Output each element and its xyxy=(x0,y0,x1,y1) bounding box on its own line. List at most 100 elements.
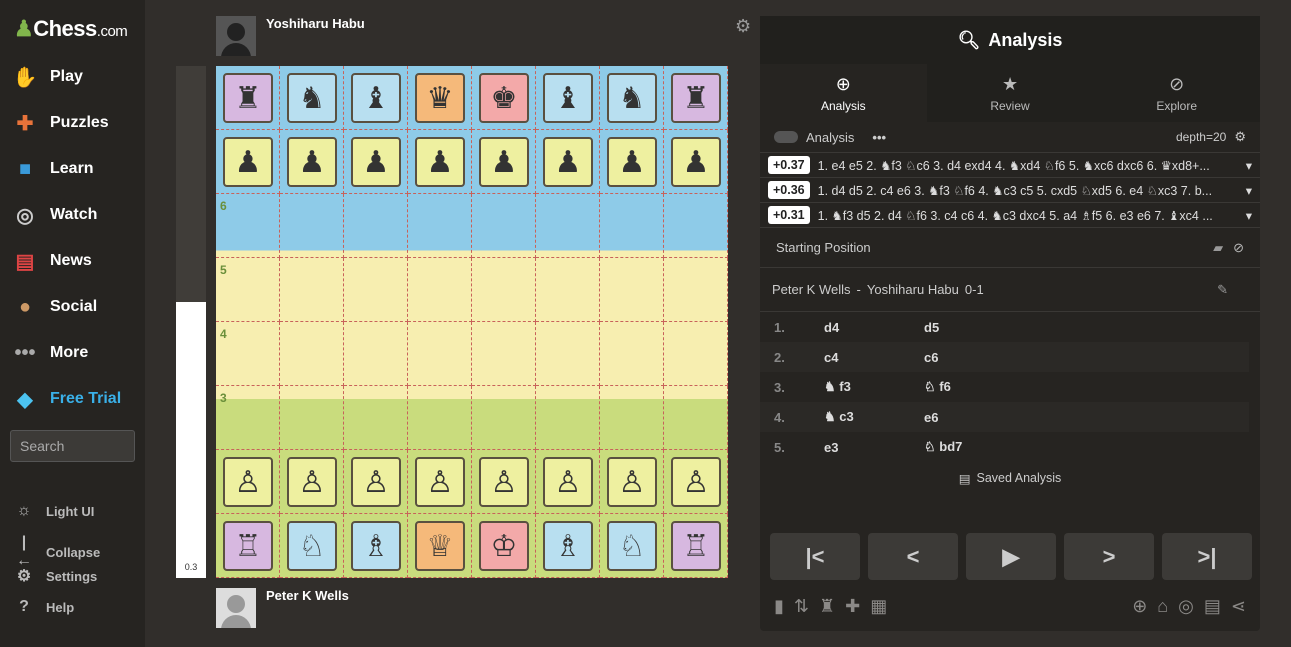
move[interactable]: ♘ bd7 xyxy=(924,439,962,455)
add-icon[interactable]: ✚ xyxy=(845,596,860,617)
black-chick-piece[interactable]: ♟ xyxy=(607,137,657,187)
board-square[interactable] xyxy=(600,386,664,450)
move[interactable]: d5 xyxy=(924,320,939,335)
board-square[interactable] xyxy=(280,386,344,450)
black-chick-piece[interactable]: ♟ xyxy=(351,137,401,187)
move[interactable]: c4 xyxy=(824,350,924,365)
bar-chart-icon[interactable]: ▮ xyxy=(774,596,784,617)
white-chick-piece[interactable]: ♙ xyxy=(479,457,529,507)
move[interactable]: ♞ c3 xyxy=(824,409,924,425)
board-square[interactable] xyxy=(536,258,600,322)
white-lion-piece[interactable]: ♔ xyxy=(479,521,529,571)
white-rabbit-piece[interactable]: ♘ xyxy=(607,521,657,571)
flip-board-icon[interactable]: ⇅ xyxy=(794,596,809,617)
black-giraffe-piece[interactable]: ♜ xyxy=(671,73,721,123)
engine-line[interactable]: +0.31 1. ♞f3 d5 2. d4 ♘f6 3. c4 c6 4. ♞c3… xyxy=(760,203,1260,228)
chess-logo[interactable]: ♟Chess.com xyxy=(14,16,128,42)
avatar[interactable] xyxy=(216,588,256,628)
board-square[interactable] xyxy=(536,322,600,386)
white-chick-piece[interactable]: ♙ xyxy=(223,457,273,507)
edit-icon[interactable]: ✎ xyxy=(1217,282,1228,298)
share-icon[interactable]: ⋖ xyxy=(1231,596,1246,617)
tab-review[interactable]: ★ Review xyxy=(926,64,1094,122)
board-square[interactable] xyxy=(664,258,728,322)
engine-line[interactable]: +0.36 1. d4 d5 2. c4 e6 3. ♞f3 ♘f6 4. ♞c3… xyxy=(760,178,1260,203)
white-giraffe-piece[interactable]: ♖ xyxy=(671,521,721,571)
board-square[interactable] xyxy=(408,258,472,322)
board-square[interactable] xyxy=(408,194,472,258)
black-chick-piece[interactable]: ♟ xyxy=(223,137,273,187)
tab-analysis[interactable]: ⊕ Analysis xyxy=(760,64,927,122)
move[interactable]: d4 xyxy=(824,320,924,335)
folder-icon[interactable]: ▤ xyxy=(1204,596,1221,617)
move[interactable]: e6 xyxy=(924,410,938,425)
white-rabbit-piece[interactable]: ♘ xyxy=(287,521,337,571)
black-chick-piece[interactable]: ♟ xyxy=(287,137,337,187)
chevron-down-icon[interactable]: ▾ xyxy=(1246,183,1252,198)
board-square[interactable] xyxy=(472,194,536,258)
black-chick-piece[interactable]: ♟ xyxy=(543,137,593,187)
board-square[interactable] xyxy=(472,258,536,322)
nav-watch[interactable]: ◎ Watch xyxy=(10,200,97,230)
board-square[interactable] xyxy=(664,322,728,386)
last-move-button[interactable]: >| xyxy=(1162,533,1252,580)
engine-settings-gear-icon[interactable]: ⚙ xyxy=(1234,129,1246,145)
white-chick-piece[interactable]: ♙ xyxy=(287,457,337,507)
book-icon[interactable]: ▰ xyxy=(1213,240,1223,256)
white-chick-piece[interactable]: ♙ xyxy=(671,457,721,507)
board-square[interactable] xyxy=(344,386,408,450)
black-elephant-piece[interactable]: ♝ xyxy=(351,73,401,123)
collapse-button[interactable]: |← Collapse xyxy=(14,534,100,570)
nav-puzzles[interactable]: ✚ Puzzles xyxy=(10,108,109,138)
nav-free-trial[interactable]: ◆ Free Trial xyxy=(10,384,121,414)
white-chick-piece[interactable]: ♙ xyxy=(607,457,657,507)
chevron-down-icon[interactable]: ▾ xyxy=(1246,208,1252,223)
board-square[interactable] xyxy=(408,386,472,450)
board-square[interactable] xyxy=(408,322,472,386)
engine-line[interactable]: +0.37 1. e4 e5 2. ♞f3 ♘c6 3. d4 exd4 4. ♞… xyxy=(760,153,1260,178)
black-rhino-piece[interactable]: ♛ xyxy=(415,73,465,123)
board-square[interactable] xyxy=(280,258,344,322)
help-button[interactable]: ? Help xyxy=(14,598,74,616)
nav-more[interactable]: ••• More xyxy=(10,338,88,368)
black-chick-piece[interactable]: ♟ xyxy=(479,137,529,187)
avatar[interactable] xyxy=(216,16,256,56)
board-square[interactable] xyxy=(600,258,664,322)
board-square[interactable] xyxy=(344,258,408,322)
first-move-button[interactable]: |< xyxy=(770,533,860,580)
white-chick-piece[interactable]: ♙ xyxy=(351,457,401,507)
black-lion-piece[interactable]: ♚ xyxy=(479,73,529,123)
white-chick-piece[interactable]: ♙ xyxy=(543,457,593,507)
analysis-zoom-icon[interactable]: ⊕ xyxy=(1132,596,1147,617)
tab-explore[interactable]: ⊘ Explore xyxy=(1093,64,1261,122)
move[interactable]: e3 xyxy=(824,440,924,455)
nav-learn[interactable]: ■ Learn xyxy=(10,154,94,184)
explore-compass-icon[interactable]: ⊘ xyxy=(1233,240,1244,256)
board-square[interactable] xyxy=(536,386,600,450)
analysis-toggle[interactable] xyxy=(774,131,798,143)
previous-move-button[interactable]: < xyxy=(868,533,958,580)
move[interactable]: c6 xyxy=(924,350,938,365)
black-chick-piece[interactable]: ♟ xyxy=(415,137,465,187)
white-elephant-piece[interactable]: ♗ xyxy=(543,521,593,571)
board-square[interactable] xyxy=(344,322,408,386)
more-options-icon[interactable]: ••• xyxy=(872,130,886,145)
white-rhino-piece[interactable]: ♕ xyxy=(415,521,465,571)
chess-board[interactable]: 6 5 4 3 ♜ ♟ ♙ ♖ ♞ ♟ ♙ ♘ ♝ ♟ ♙ ♗ ♛ ♟ ♙ ♕ ♚ ♟ ♙ ♔ ♝ ♟ ♙ ♗ ♞ ♟ ♙ ♘ ♜ ♟ ♙ ♖ xyxy=(216,66,728,578)
next-move-button[interactable]: > xyxy=(1064,533,1154,580)
play-button[interactable]: ▶ xyxy=(966,533,1056,580)
nav-play[interactable]: ✋ Play xyxy=(10,62,83,92)
chevron-down-icon[interactable]: ▾ xyxy=(1246,158,1252,173)
light-ui-button[interactable]: ☼ Light UI xyxy=(14,502,95,520)
black-chick-piece[interactable]: ♟ xyxy=(671,137,721,187)
board-square[interactable] xyxy=(600,322,664,386)
board-square[interactable] xyxy=(280,194,344,258)
board-square[interactable] xyxy=(664,386,728,450)
pieces-icon[interactable]: ♜ xyxy=(819,596,835,617)
black-rabbit-piece[interactable]: ♞ xyxy=(287,73,337,123)
board-square[interactable] xyxy=(472,386,536,450)
board-settings-gear-icon[interactable]: ⚙ xyxy=(735,16,751,37)
board-square[interactable] xyxy=(344,194,408,258)
saved-analysis-link[interactable]: ▤ Saved Analysis xyxy=(760,462,1260,494)
board-square[interactable] xyxy=(472,322,536,386)
